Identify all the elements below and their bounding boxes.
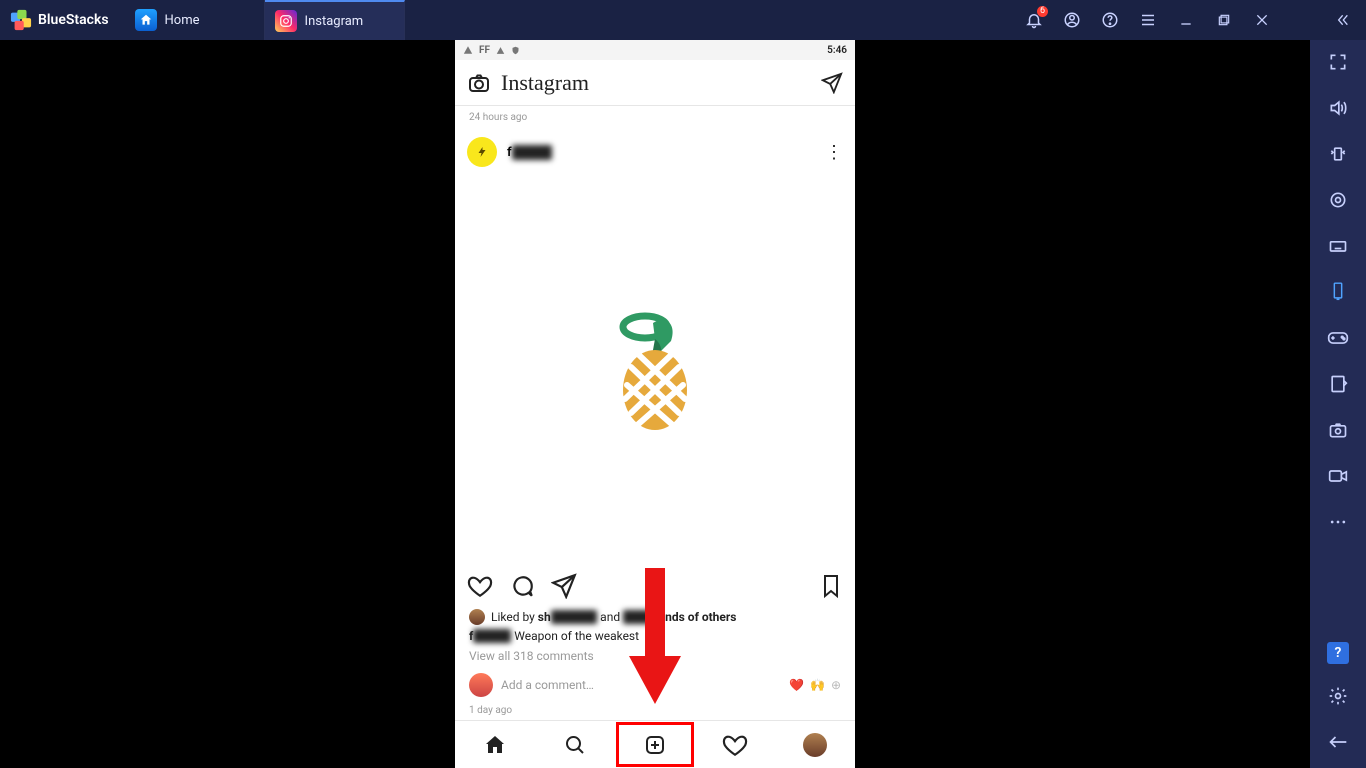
post-actions xyxy=(455,565,855,607)
menu-button[interactable] xyxy=(1138,10,1158,30)
settings-button[interactable] xyxy=(1324,682,1352,710)
notification-badge: 6 xyxy=(1037,6,1048,17)
instagram-logo-text: Instagram xyxy=(501,70,589,96)
location-button[interactable] xyxy=(1324,186,1352,214)
minimize-button[interactable] xyxy=(1176,10,1196,30)
camera-icon[interactable] xyxy=(467,71,491,95)
view-comments-link[interactable]: View all 318 comments xyxy=(455,645,855,667)
react-more-icon[interactable]: ⊕ xyxy=(831,678,841,692)
titlebar-controls: 6 xyxy=(1024,10,1366,30)
account-button[interactable] xyxy=(1062,10,1082,30)
post-caption: f████ Weapon of the weakest xyxy=(455,627,855,645)
emulator-viewport: FF 5:46 Instagram 24 hours ago f████ xyxy=(0,40,1310,768)
maximize-button[interactable] xyxy=(1214,10,1234,30)
warning-icon xyxy=(463,45,473,55)
direct-message-icon[interactable] xyxy=(821,72,843,94)
nav-profile-button[interactable] xyxy=(775,721,855,768)
back-button[interactable] xyxy=(1324,728,1352,756)
nav-home-button[interactable] xyxy=(455,721,535,768)
bookmark-icon[interactable] xyxy=(819,573,843,599)
install-apk-button[interactable] xyxy=(1324,370,1352,398)
pineapple-grenade-icon xyxy=(605,305,705,435)
status-shield-icon xyxy=(511,46,520,55)
bluestacks-sidebar: ? xyxy=(1310,40,1366,768)
status-icon xyxy=(496,46,505,55)
quick-reactions: ❤️ 🙌 ⊕ xyxy=(789,678,841,692)
bluestacks-titlebar: BlueStacks Home Instagram 6 xyxy=(0,0,1366,40)
post-likes[interactable]: Liked by sh█████ and ███sands of others xyxy=(455,607,855,627)
bluestacks-logo: BlueStacks xyxy=(0,9,119,31)
post-image[interactable] xyxy=(455,175,855,565)
volume-button[interactable] xyxy=(1324,94,1352,122)
react-heart-icon[interactable]: ❤️ xyxy=(789,678,804,692)
tab-label: Home xyxy=(165,13,200,28)
react-hands-icon[interactable]: 🙌 xyxy=(810,678,825,692)
share-icon[interactable] xyxy=(551,573,577,599)
gamepad-button[interactable] xyxy=(1324,324,1352,352)
status-text-ff: FF xyxy=(479,45,490,56)
rotate-button[interactable] xyxy=(1324,278,1352,306)
status-time: 5:46 xyxy=(827,45,847,56)
nav-search-button[interactable] xyxy=(535,721,615,768)
close-button[interactable] xyxy=(1252,10,1272,30)
heart-icon xyxy=(722,732,748,758)
tab-strip: Home Instagram xyxy=(125,0,405,40)
post-more-button[interactable]: ⋮ xyxy=(825,142,843,163)
shake-button[interactable] xyxy=(1324,140,1352,168)
record-button[interactable] xyxy=(1324,462,1352,490)
search-icon xyxy=(563,733,587,757)
faq-button[interactable]: ? xyxy=(1327,642,1349,664)
instagram-feed[interactable]: 24 hours ago f████ ⋮ xyxy=(455,106,855,720)
more-button[interactable] xyxy=(1324,508,1352,536)
instagram-bottom-nav xyxy=(455,720,855,768)
user-avatar xyxy=(469,673,493,697)
like-icon[interactable] xyxy=(467,573,493,599)
screenshot-button[interactable] xyxy=(1324,416,1352,444)
instagram-app-icon xyxy=(275,10,297,32)
instagram-header: Instagram xyxy=(455,60,855,106)
post-header: f████ ⋮ xyxy=(455,129,855,175)
home-icon xyxy=(483,733,507,757)
plus-square-icon xyxy=(643,733,667,757)
notifications-button[interactable]: 6 xyxy=(1024,10,1044,30)
previous-post-time: 24 hours ago xyxy=(455,106,855,129)
home-app-icon xyxy=(135,9,157,31)
help-button[interactable] xyxy=(1100,10,1120,30)
collapse-sidebar-button[interactable] xyxy=(1332,10,1352,30)
nav-activity-button[interactable] xyxy=(695,721,775,768)
post-avatar[interactable] xyxy=(467,137,497,167)
android-screen: FF 5:46 Instagram 24 hours ago f████ xyxy=(455,40,855,768)
add-comment-row[interactable]: Add a comment… ❤️ 🙌 ⊕ xyxy=(455,667,855,703)
tab-instagram[interactable]: Instagram xyxy=(265,0,405,40)
comment-icon[interactable] xyxy=(509,573,535,599)
android-status-bar: FF 5:46 xyxy=(455,40,855,60)
profile-avatar-icon xyxy=(803,733,827,757)
nav-add-post-button[interactable] xyxy=(615,721,695,768)
bluestacks-logo-text: BlueStacks xyxy=(38,12,109,28)
liker-avatar xyxy=(469,609,485,625)
post-username[interactable]: f████ xyxy=(507,144,552,160)
bluestacks-logo-icon xyxy=(10,9,32,31)
fullscreen-button[interactable] xyxy=(1324,48,1352,76)
tab-home[interactable]: Home xyxy=(125,0,265,40)
post-time: 1 day ago xyxy=(455,703,855,720)
keyboard-button[interactable] xyxy=(1324,232,1352,260)
tab-label: Instagram xyxy=(305,14,364,29)
add-comment-placeholder: Add a comment… xyxy=(501,678,781,692)
